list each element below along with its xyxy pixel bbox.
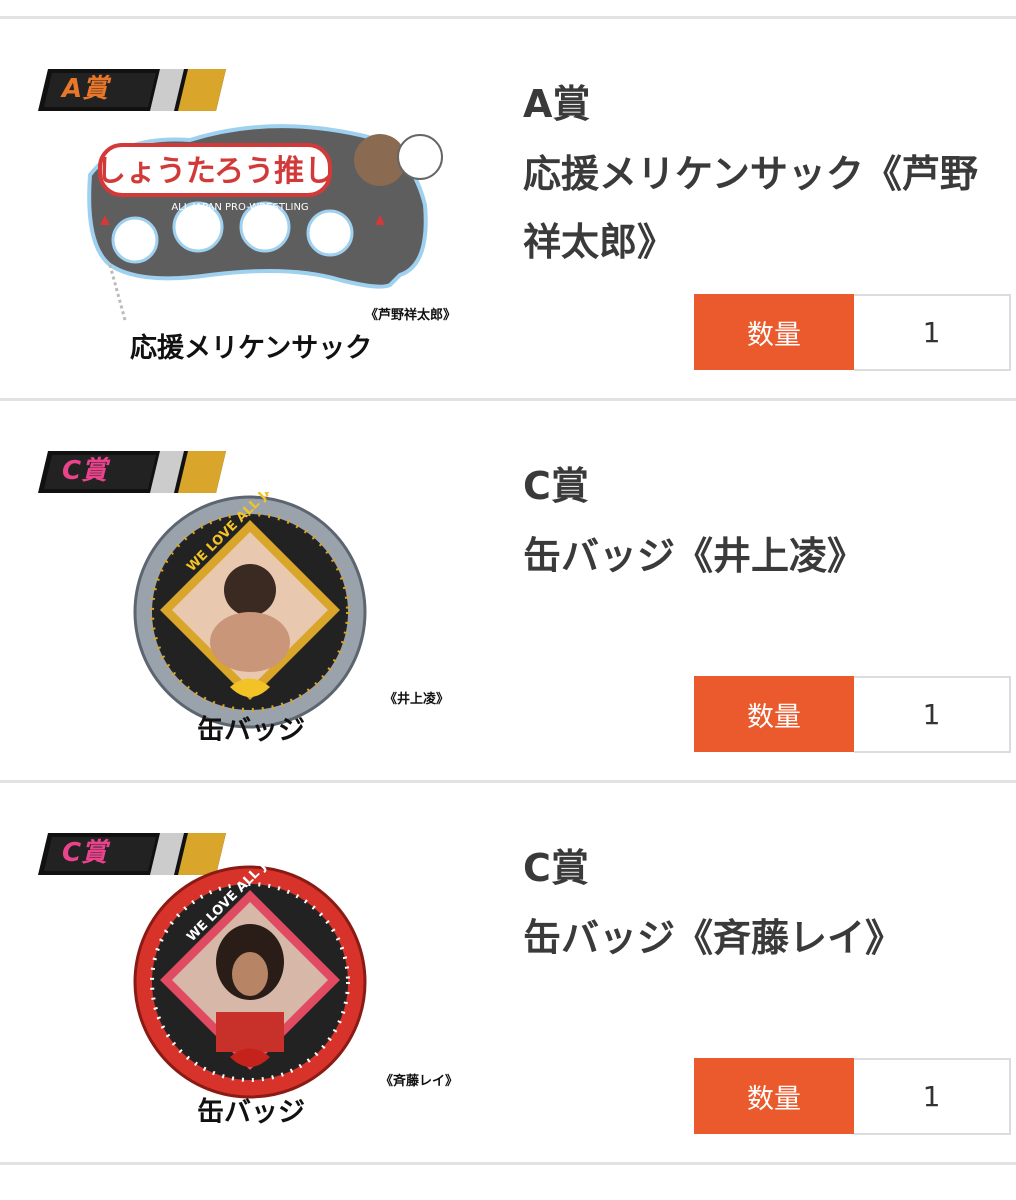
quantity-control: 数量 1 bbox=[694, 1058, 1012, 1135]
quantity-label: 数量 bbox=[694, 294, 854, 370]
top-divider bbox=[0, 16, 1016, 19]
item-divider bbox=[0, 780, 1016, 783]
quantity-label: 数量 bbox=[694, 1058, 854, 1134]
art-caption: 缶バッジ bbox=[197, 1097, 305, 1128]
prize-item-a: A賞 しょうたろう推し ALL JAPAN PRO-WRESTLING 応援メリ… bbox=[0, 20, 1016, 400]
prize-rank: A賞 bbox=[523, 82, 591, 126]
quantity-input[interactable]: 1 bbox=[854, 294, 1011, 371]
can-badge-image: WE LOVE ALL JAPAN bbox=[133, 492, 367, 729]
prize-rank: C賞 bbox=[523, 846, 589, 890]
quantity-input[interactable]: 1 bbox=[854, 676, 1011, 753]
art-logo-text: しょうたろう推し bbox=[96, 154, 334, 189]
art-subcaption: 《芦野祥太郎》 bbox=[365, 308, 457, 323]
art-small-text: ALL JAPAN PRO-WRESTLING bbox=[171, 202, 308, 213]
art-subcaption: 《井上凌》 bbox=[384, 692, 450, 707]
quantity-control: 数量 1 bbox=[694, 294, 1012, 371]
art-caption: 応援メリケンサック bbox=[130, 333, 373, 364]
bottom-divider bbox=[0, 1162, 1016, 1165]
prize-name: 缶バッジ《斉藤レイ》 bbox=[523, 916, 904, 960]
prize-item-c1: C賞 WE LOVE ALL JAPAN 缶バッジ 《井上凌》 C賞 缶バッジ《… bbox=[0, 402, 1016, 782]
art-caption: 缶バッジ bbox=[197, 715, 305, 746]
can-badge-image: WE LOVE ALL JAPAN bbox=[133, 862, 367, 1099]
quantity-input[interactable]: 1 bbox=[854, 1058, 1011, 1135]
rank-tag-label: C賞 bbox=[62, 838, 108, 868]
prize-name: 応援メリケンサック《芦野祥太郎》 bbox=[523, 152, 978, 264]
prize-name: 缶バッジ《井上凌》 bbox=[523, 534, 866, 578]
rank-tag-label: A賞 bbox=[62, 74, 109, 104]
art-subcaption: 《斉藤レイ》 bbox=[380, 1074, 459, 1089]
quantity-control: 数量 1 bbox=[694, 676, 1012, 753]
quantity-label: 数量 bbox=[694, 676, 854, 752]
item-divider bbox=[0, 398, 1016, 401]
prize-item-c2: C賞 WE LOVE ALL JAPAN 缶バッジ 《斉藤レイ》 C賞 缶バッジ… bbox=[0, 784, 1016, 1164]
rank-tag-label: C賞 bbox=[62, 456, 108, 486]
prize-rank: C賞 bbox=[523, 464, 589, 508]
